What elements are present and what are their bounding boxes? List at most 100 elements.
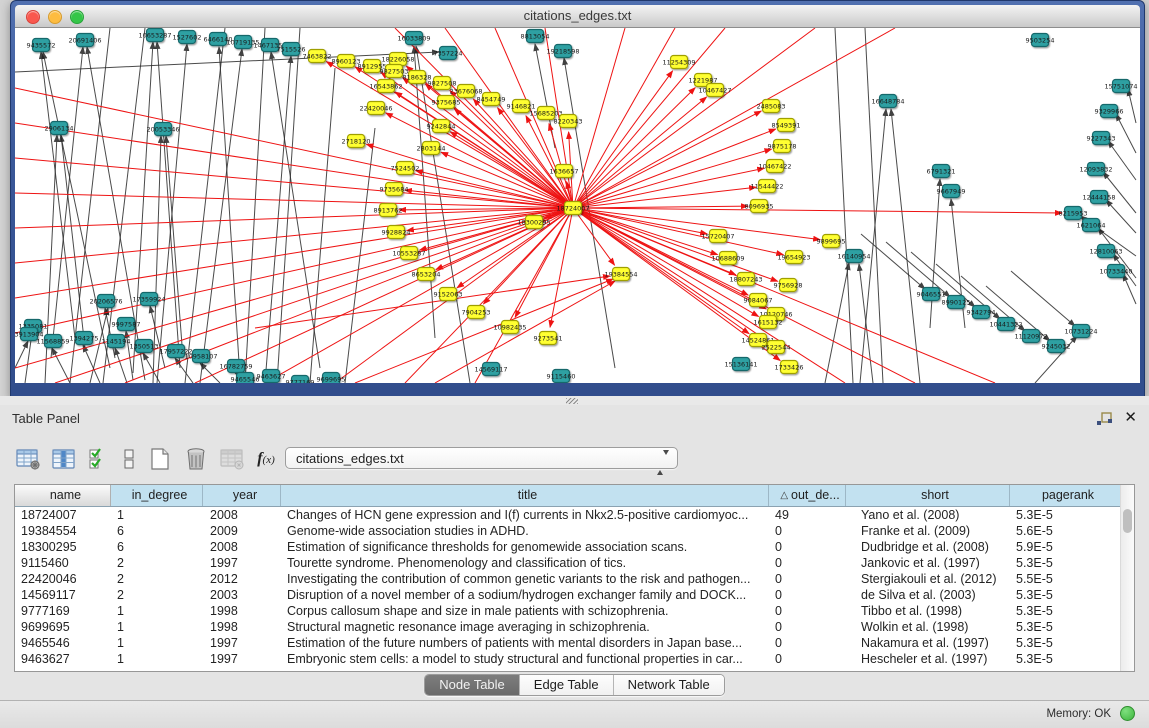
network-node[interactable]: 12444158 <box>1082 191 1115 204</box>
network-node[interactable]: 20691406 <box>68 34 101 47</box>
splitter-grip-icon[interactable] <box>566 398 578 404</box>
network-node[interactable]: 9273541 <box>534 332 563 345</box>
network-node[interactable]: 9699695 <box>317 373 346 384</box>
network-node[interactable]: 9227343 <box>1087 132 1116 145</box>
network-node[interactable]: 9899695 <box>817 235 846 248</box>
network-node[interactable]: 9735684 <box>380 183 409 196</box>
network-node[interactable]: 10733440 <box>1099 265 1132 278</box>
network-node[interactable]: 11544422 <box>750 180 783 193</box>
column-header-year[interactable]: year <box>203 485 281 506</box>
network-node[interactable]: 8549391 <box>772 119 801 132</box>
network-node[interactable]: 16140954 <box>837 250 870 263</box>
network-node[interactable]: 20053346 <box>146 123 179 136</box>
network-node[interactable]: 16648784 <box>871 95 904 108</box>
column-header-name[interactable]: name <box>15 485 111 506</box>
network-node[interactable]: 11120972 <box>1014 330 1047 343</box>
network-node[interactable]: 22420046 <box>359 102 392 115</box>
memory-status-indicator-icon[interactable] <box>1120 706 1135 721</box>
network-node[interactable]: 16033809 <box>397 32 430 45</box>
network-node[interactable]: 10441322 <box>989 318 1022 331</box>
network-node[interactable]: 9928824 <box>382 226 411 239</box>
network-node[interactable]: 10958107 <box>184 350 217 363</box>
network-node[interactable]: 1394275 <box>70 332 99 345</box>
select-rows-checks-icon[interactable] <box>84 445 112 473</box>
network-node[interactable]: 9667949 <box>937 185 966 198</box>
table-row[interactable]: 1830029562008Estimation of significance … <box>15 539 1134 555</box>
network-node[interactable]: 15720407 <box>701 230 734 243</box>
rows-icon[interactable] <box>115 445 143 473</box>
network-node[interactable]: 8215953 <box>1059 207 1088 220</box>
table-settings-icon[interactable] <box>14 445 42 473</box>
table-vertical-scrollbar[interactable] <box>1120 485 1134 671</box>
network-node[interactable]: 8653204 <box>412 268 441 281</box>
network-node[interactable]: 9375685 <box>432 96 461 109</box>
network-node[interactable]: 9242844 <box>427 120 456 133</box>
network-node[interactable]: 10467427 <box>698 84 731 97</box>
close-window-button[interactable] <box>26 10 40 24</box>
network-node[interactable]: 9463627 <box>257 370 286 383</box>
network-node[interactable]: 2485083 <box>757 100 786 113</box>
network-node[interactable]: 1527602 <box>173 31 202 44</box>
column-header-out-degree[interactable]: △out_de... <box>769 485 846 506</box>
network-node[interactable]: 7524502 <box>391 162 420 175</box>
network-node[interactable]: 7904253 <box>462 306 491 319</box>
network-node[interactable]: 1145194 <box>102 335 131 348</box>
network-node[interactable]: 15751074 <box>1104 80 1137 93</box>
network-node[interactable]: 9875178 <box>768 140 797 153</box>
network-node[interactable]: 15136141 <box>724 358 757 371</box>
network-node[interactable]: 8960123 <box>332 55 361 68</box>
column-header-title[interactable]: title <box>281 485 769 506</box>
network-node[interactable]: 8454749 <box>477 93 506 106</box>
network-node[interactable]: 10467422 <box>758 160 791 173</box>
network-node[interactable]: 10688609 <box>711 252 744 265</box>
tab-edge-table[interactable]: Edge Table <box>520 675 614 695</box>
minimize-window-button[interactable] <box>48 10 62 24</box>
network-node[interactable]: 12810063 <box>1089 245 1122 258</box>
scrollbar-thumb[interactable] <box>1123 509 1132 533</box>
network-node[interactable]: 11568859 <box>36 335 69 348</box>
network-node[interactable]: 10731224 <box>1064 325 1097 338</box>
network-node[interactable]: 9756928 <box>774 279 803 292</box>
table-row[interactable]: 911546021997Tourette syndrome. Phenomeno… <box>15 555 1134 571</box>
network-canvas[interactable]: 9435572206914061065328715276026466140107… <box>15 28 1140 383</box>
table-row[interactable]: 1938455462009Genome-wide association stu… <box>15 523 1134 539</box>
network-node[interactable]: 9465546 <box>231 373 260 384</box>
network-node[interactable]: 14569117 <box>474 363 507 376</box>
delete-icon[interactable] <box>182 445 210 473</box>
network-node[interactable]: 8096935 <box>745 200 774 213</box>
function-builder-icon[interactable]: f(x) <box>252 445 280 473</box>
float-window-icon[interactable] <box>1096 412 1113 427</box>
new-document-icon[interactable] <box>146 445 174 473</box>
network-node[interactable]: 6791321 <box>927 165 956 178</box>
network-node[interactable]: 7515526 <box>277 43 306 56</box>
network-node[interactable]: 7357224 <box>434 47 463 60</box>
network-view-window[interactable]: citations_edges.txt 94355722069140610653… <box>10 0 1145 398</box>
network-node[interactable]: 8990125 <box>942 296 971 309</box>
network-node[interactable]: 1636657 <box>550 165 579 178</box>
network-node[interactable]: 9115460 <box>547 370 576 383</box>
table-row[interactable]: 946362711997Embryonic stem cells: a mode… <box>15 651 1134 667</box>
table-row[interactable]: 969969511998Structural magnetic resonanc… <box>15 619 1134 635</box>
network-node[interactable]: 8813054 <box>521 30 550 43</box>
network-node[interactable]: 2522544 <box>762 341 791 354</box>
network-node[interactable]: 9329966 <box>1095 105 1124 118</box>
table-row[interactable]: 977716911998Corpus callosum shape and si… <box>15 603 1134 619</box>
network-node[interactable]: 9503254 <box>1026 34 1055 47</box>
network-node[interactable]: 19384554 <box>604 268 637 281</box>
network-node[interactable]: 9084067 <box>744 294 773 307</box>
network-node[interactable]: 10982435 <box>493 321 526 334</box>
tab-network-table[interactable]: Network Table <box>614 675 724 695</box>
network-node[interactable]: 18807243 <box>729 273 762 286</box>
network-node[interactable]: 1733426 <box>775 361 804 374</box>
network-node[interactable]: 10553287 <box>392 247 425 260</box>
tab-node-table[interactable]: Node Table <box>425 675 520 695</box>
network-node[interactable]: 12093832 <box>1079 163 1112 176</box>
network-node[interactable]: 8220343 <box>554 115 583 128</box>
select-columns-icon[interactable] <box>50 445 78 473</box>
network-node[interactable]: 11254309 <box>662 56 695 69</box>
column-header-in-degree[interactable]: in_degree <box>111 485 203 506</box>
network-node[interactable]: 19654923 <box>777 251 810 264</box>
table-selector-dropdown[interactable]: citations_edges.txt <box>285 447 678 469</box>
network-node[interactable]: 2718120 <box>342 135 371 148</box>
network-node[interactable]: 19218598 <box>546 45 579 58</box>
